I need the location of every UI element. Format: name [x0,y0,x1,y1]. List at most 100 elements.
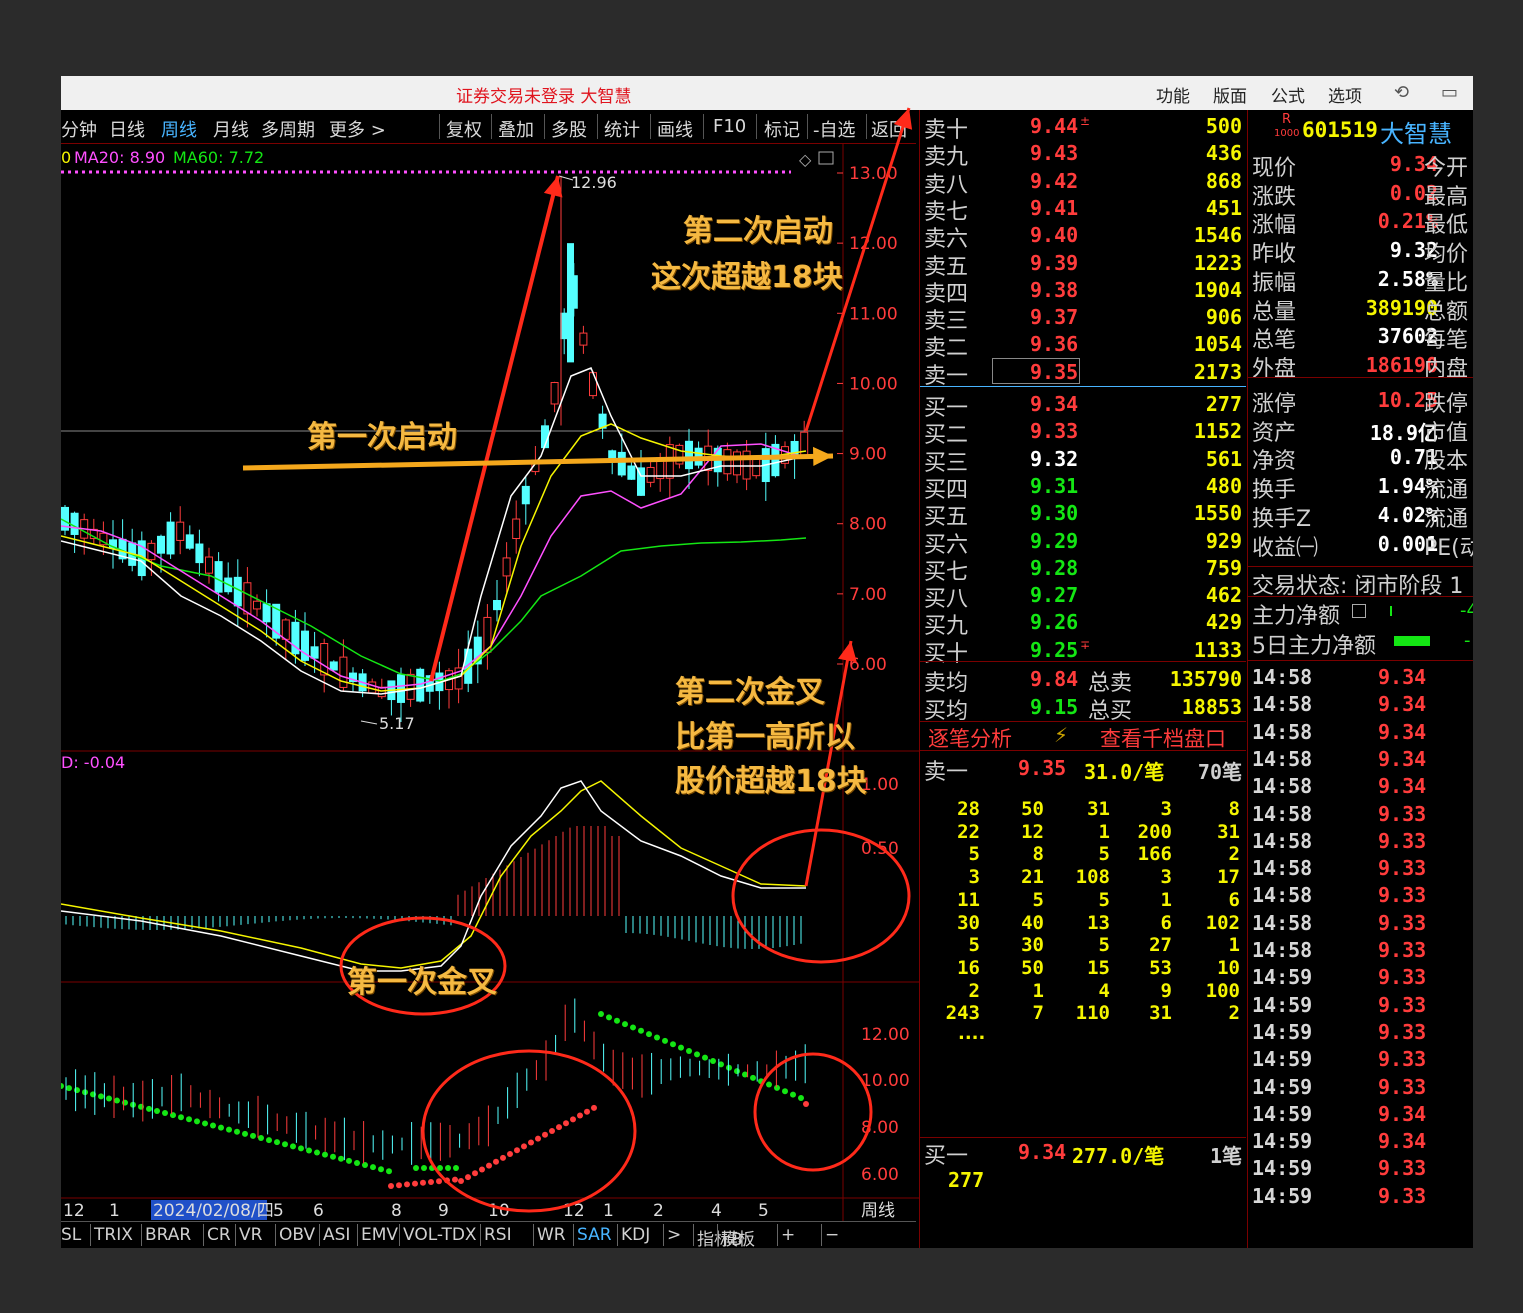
quote-label-2: 股本 [1424,449,1469,475]
sar-dot [412,1180,418,1187]
deal-cell: 31 [1217,820,1240,843]
circle-sar-latest [753,1052,873,1172]
indicator-tab[interactable]: > [667,1225,681,1245]
bid-row[interactable]: 买八 9.27 462 [920,581,1246,612]
ask-row[interactable]: 卖二 9.36 1054 [920,330,1246,361]
up-mark: ± [1080,114,1091,128]
menu-formula[interactable]: 公式 [1271,82,1305,107]
bid-row[interactable]: 买十 9.25 1133 ∓ [920,636,1246,667]
buy1-price: 9.34 [1018,1140,1067,1164]
refresh-icon[interactable]: ⟲ [1394,82,1409,103]
indicator-tab[interactable]: OBV [279,1225,315,1245]
quote-row: 总笔 37602 每笔 [1248,322,1473,354]
bid-volume: 462 [1205,583,1242,608]
candle-body [579,332,588,346]
bid-row[interactable]: 买五 9.30 1550 [920,499,1246,530]
bid-volume: 929 [1205,528,1242,553]
ask-volume: 1223 [1193,250,1242,275]
deal-cell: 5 [1098,934,1110,957]
info-icon[interactable] [1352,604,1366,618]
bid-row[interactable]: 买二 9.33 1152 [920,417,1246,448]
candle-body [617,451,626,476]
ask-row[interactable]: 卖五 9.39 1223 [920,249,1246,280]
bid-row[interactable]: 买六 9.29 929 [920,527,1246,558]
indicator-tab[interactable]: RSI [484,1225,512,1245]
sar-dot [479,1166,485,1173]
panel-toggle-icon[interactable] [818,151,834,165]
sar-dot [290,1143,296,1150]
sar-dot [421,1165,427,1171]
deal-cell: 166 [1137,843,1172,866]
ask-row[interactable]: 卖六 9.40 1546 [920,221,1246,252]
menu-layout[interactable]: 版面 [1213,82,1247,107]
bid-row[interactable]: 买三 9.32 561 [920,445,1246,476]
indicator-tab[interactable]: VOL-TDX [403,1225,477,1245]
sar-dot [234,1128,240,1135]
date-tick-label: 4 [711,1201,722,1221]
candle-body [310,646,319,659]
deal-cell: 13 [1087,911,1110,934]
selected-cell [992,357,1080,384]
indicator-tab[interactable]: 模板 [721,1225,755,1248]
ask-row[interactable]: 卖十 9.44 500 ± [920,112,1246,143]
annotation-second-cross-3: 股价超越18块 [675,764,867,799]
sar-dot [493,1158,499,1165]
indicator-tab[interactable]: SAR [577,1225,612,1245]
indicator-tab[interactable]: WR [537,1225,566,1245]
diamond-icon[interactable]: ◇ [799,150,812,169]
sar-dot [782,1088,788,1095]
quote-label: 总笔 [1252,328,1297,354]
ask-row[interactable]: 卖八 9.42 868 [920,167,1246,198]
tick-row: 14:59 9.33 [1248,1018,1473,1045]
tab-thousand-depth[interactable]: 查看千档盘口 [1100,723,1226,753]
buy1-per: 277.0/笔 [1072,1144,1165,1168]
sar-dot [726,1064,732,1071]
ask-row[interactable]: 卖九 9.43 436 [920,139,1246,170]
sar-dot [74,1087,80,1094]
sar-dot [378,1166,384,1173]
bid-row[interactable]: 买一 9.34 277 [920,390,1246,421]
quote-label-2: 总额 [1424,299,1469,325]
buy1-summary: 买一 9.34 277.0/笔 1笔 [920,1138,1246,1169]
tick-row: 14:59 9.34 [1248,1127,1473,1154]
quote-row: 振幅 2.58% 量比 [1248,265,1473,296]
ask-row[interactable]: 卖七 9.41 451 [920,194,1246,225]
quote-label-2: 量比 [1424,270,1469,296]
indicator-tab[interactable]: VR [239,1225,262,1245]
quote-label: 振幅 [1252,270,1297,296]
indicator-tab[interactable]: CR [207,1225,231,1245]
quote-label-2: PE(动 [1424,535,1473,561]
indicator-tab[interactable]: KDJ [621,1225,650,1245]
deal-cell: 5 [1032,888,1044,911]
tab-tick-analysis[interactable]: 逐笔分析 [928,723,1012,753]
indicator-tab[interactable]: BRAR [145,1225,191,1245]
sar-dot [514,1147,520,1154]
ask-row[interactable]: 卖一 9.35 2173 [920,357,1246,389]
quote-label-2: 跌停 [1424,392,1469,417]
menu-function[interactable]: 功能 [1156,82,1190,107]
bid-row[interactable]: 买七 9.28 759 [920,554,1246,585]
sar-dot [570,1116,576,1123]
indicator-tab[interactable]: EMV [361,1225,398,1245]
indicator-tab[interactable]: + [781,1225,795,1245]
candle-body [157,535,165,554]
indicator-tab[interactable]: TRIX [94,1225,133,1245]
ask-row[interactable]: 卖四 9.38 1904 [920,276,1246,307]
tick-price: 9.33 [1378,1183,1427,1208]
deal-cell: 15 [1087,956,1110,979]
menu-options[interactable]: 选项 [1328,82,1362,107]
indicator-tab[interactable]: SL [61,1225,81,1245]
dif-line [61,780,806,972]
sar-dot [146,1105,152,1112]
window-restore-icon[interactable]: ▭ [1441,82,1458,103]
candle-body [176,521,185,541]
date-tick-label: 9 [438,1201,449,1221]
date-tick-label: 5 [758,1201,769,1221]
indicator-tab[interactable]: − [825,1225,839,1245]
indicator-tab[interactable]: ASI [323,1225,350,1245]
ask-row[interactable]: 卖三 9.37 906 [920,303,1246,334]
bid-row[interactable]: 买四 9.31 480 [920,472,1246,503]
sar-dot [210,1122,216,1129]
deal-ellipsis: .... [958,1023,986,1044]
bid-row[interactable]: 买九 9.26 429 [920,608,1246,639]
